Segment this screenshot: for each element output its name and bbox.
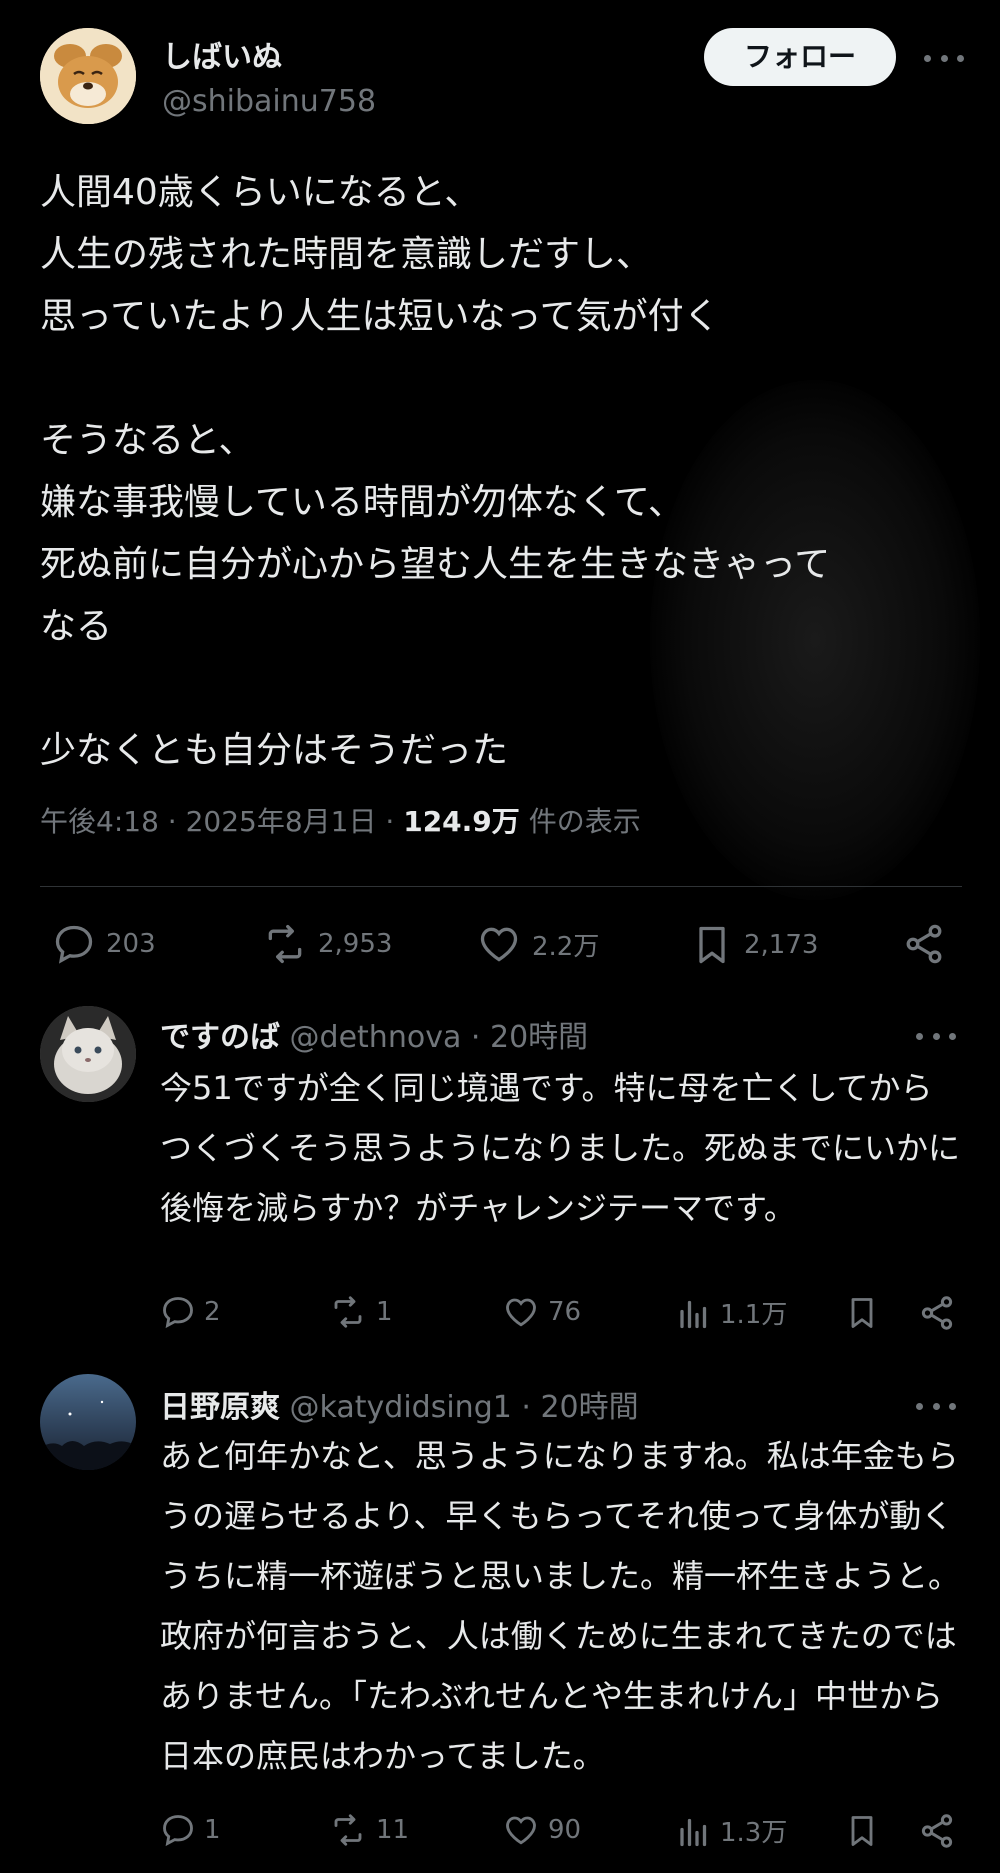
post-time[interactable]: 午後4:18: [40, 805, 159, 838]
reply-button[interactable]: 1: [160, 1812, 221, 1848]
like-button[interactable]: 76: [502, 1294, 581, 1330]
like-icon: [480, 927, 518, 962]
repost-icon: [334, 1296, 362, 1328]
views-label: 件の表示: [528, 805, 641, 838]
post-date[interactable]: 2025年8月1日: [186, 805, 377, 838]
bookmark-count: 2,173: [744, 930, 819, 960]
repost-icon: [334, 1814, 362, 1846]
reply-age[interactable]: 20時間: [490, 1020, 588, 1055]
divider: [40, 886, 962, 887]
repost-button[interactable]: 11: [328, 1812, 409, 1848]
shiba-dog-avatar-icon: [40, 28, 136, 124]
share-icon: [921, 1814, 953, 1848]
bookmark-button[interactable]: [844, 1294, 888, 1332]
reply-header: 日野原爽 @katydidsing1 · 20時間: [160, 1382, 639, 1426]
reply-author-handle[interactable]: @dethnova: [290, 1020, 462, 1055]
repost-count: 11: [376, 1815, 410, 1845]
post-meta: 午後4:18 · 2025年8月1日 · 124.9万 件の表示: [40, 800, 641, 840]
share-icon: [921, 1296, 953, 1330]
more-icon[interactable]: [916, 1400, 956, 1412]
reply-count: 203: [106, 929, 156, 959]
reply-author-handle[interactable]: @katydidsing1: [290, 1390, 512, 1425]
share-icon: [906, 924, 942, 964]
views-count: 124.9万: [403, 805, 520, 838]
follow-button[interactable]: フォロー: [704, 28, 896, 86]
bookmark-button[interactable]: 2,173: [690, 922, 818, 968]
separator: ·: [385, 805, 395, 838]
reply-text: 今51ですが全く同じ境遇です。特に母を亡くしてからつくづくそう思うようになりまし…: [160, 1069, 961, 1227]
author-name[interactable]: しばいぬ: [162, 32, 282, 76]
separator: ·: [521, 1390, 531, 1425]
reply-avatar[interactable]: [40, 1006, 136, 1102]
more-icon[interactable]: [924, 52, 964, 64]
cat-avatar-icon: [40, 1006, 136, 1102]
like-count: 90: [548, 1815, 582, 1845]
like-count: 76: [548, 1297, 582, 1327]
separator: ·: [470, 1020, 481, 1055]
reply-button[interactable]: 2: [160, 1294, 221, 1330]
like-button[interactable]: 90: [502, 1812, 581, 1848]
reply-icon: [163, 1815, 193, 1847]
share-button[interactable]: [918, 1294, 964, 1332]
reply-text: あと何年かなと、思うようになりますね。私は年金もらうの遅らせるより、早くもらって…: [160, 1437, 961, 1775]
reply-count: 1: [204, 1815, 221, 1845]
post-text: 人間40歳くらいになると、 人生の残された時間を意識しだすし、 思っていたより人…: [40, 172, 831, 771]
reply-button[interactable]: 203: [52, 922, 156, 966]
bookmark-button[interactable]: [844, 1812, 888, 1850]
like-icon: [506, 1298, 536, 1327]
author-avatar[interactable]: [40, 28, 136, 124]
reply-icon: [163, 1297, 193, 1329]
repost-count: 1: [376, 1297, 393, 1327]
repost-icon: [268, 924, 302, 964]
share-button[interactable]: [918, 1812, 964, 1850]
views-icon: [680, 1300, 707, 1328]
like-button[interactable]: 2.2万: [476, 922, 599, 966]
author-handle[interactable]: @shibainu758: [162, 84, 376, 119]
like-count: 2.2万: [532, 931, 600, 962]
repost-button[interactable]: 2,953: [262, 922, 392, 966]
repost-button[interactable]: 1: [328, 1294, 393, 1330]
reply-icon: [55, 925, 93, 964]
share-button[interactable]: [902, 922, 956, 966]
reply-avatar[interactable]: [40, 1374, 136, 1470]
views-icon: [680, 1818, 707, 1846]
views-button[interactable]: 1.1万: [676, 1294, 787, 1331]
night-sky-avatar-icon: [40, 1374, 136, 1470]
repost-count: 2,953: [318, 929, 393, 959]
reply-header: ですのば @dethnova · 20時間: [160, 1012, 588, 1056]
views-count: 1.1万: [720, 1300, 788, 1330]
bookmark-icon: [851, 1816, 873, 1846]
separator: ·: [167, 805, 177, 838]
reply-age[interactable]: 20時間: [540, 1390, 638, 1425]
bookmark-icon: [851, 1298, 873, 1328]
reply-count: 2: [204, 1297, 221, 1327]
bookmark-icon: [699, 926, 725, 964]
reply-author-name[interactable]: ですのば: [160, 1020, 280, 1055]
reply-author-name[interactable]: 日野原爽: [160, 1390, 280, 1425]
more-icon[interactable]: [916, 1030, 956, 1042]
views-count: 1.3万: [720, 1818, 788, 1848]
views-button[interactable]: 1.3万: [676, 1812, 787, 1849]
like-icon: [506, 1816, 536, 1845]
